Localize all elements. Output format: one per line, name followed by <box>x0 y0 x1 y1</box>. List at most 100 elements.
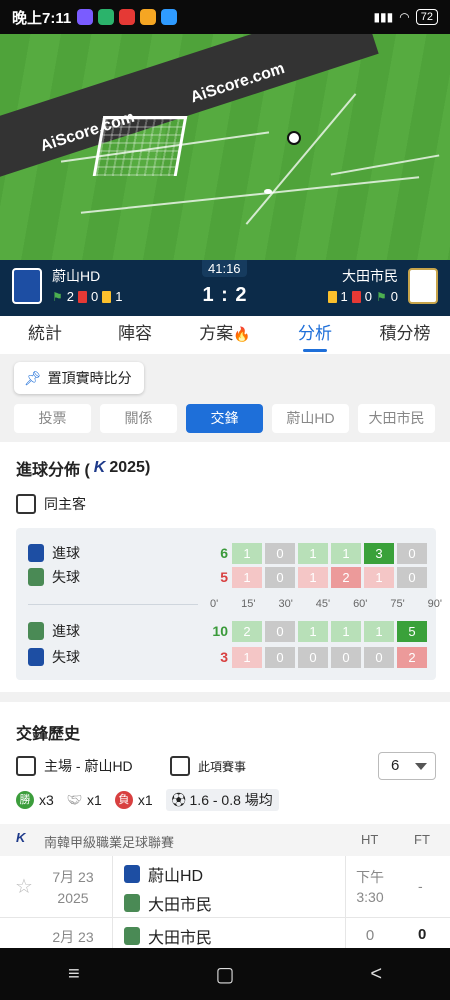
analysis-toolbar: 📌︎ 置頂實時比分 投票 關係 交鋒 蔚山HD 大田市民 <box>0 354 450 442</box>
sponsor-banner: AiScore.com AiScore.com <box>0 34 379 184</box>
ht-header: HT <box>361 832 379 847</box>
league-logo-icon: K <box>93 459 106 476</box>
season-year: 2025) <box>109 459 151 476</box>
period-cell: 0 <box>298 646 328 668</box>
period-cell: 3 <box>364 542 394 564</box>
signal-icon: ▮▮▮ <box>373 10 394 24</box>
match-kickoff: 下午 3:30 <box>353 867 387 907</box>
period-cell: 2 <box>232 620 262 642</box>
h2h-match-row[interactable]: 2月 23 大田市民 0 0 <box>0 918 450 948</box>
live-field-animation[interactable]: AiScore.com AiScore.com <box>0 34 450 260</box>
notification-icon <box>161 9 178 25</box>
period-cell: 1 <box>298 620 328 642</box>
pin-live-score-button[interactable]: 📌︎ 置頂實時比分 <box>14 362 144 394</box>
period-cells: 201115 <box>232 620 427 642</box>
sub-tabs: 投票 關係 交鋒 蔚山HD 大田市民 <box>14 404 435 433</box>
row-label: 進球 <box>52 623 80 639</box>
red-card-icon <box>351 290 361 303</box>
subtab-relations[interactable]: 關係 <box>100 404 177 433</box>
subtab-home-team[interactable]: 蔚山HD <box>272 404 349 433</box>
away-team-name[interactable]: 大田市民 <box>342 266 398 286</box>
axis-tick: 0' <box>210 598 219 610</box>
menu-icon[interactable]: ≡ <box>68 963 80 986</box>
tab-label: 積分榜 <box>379 324 431 343</box>
tab-lineup[interactable]: 陣容 <box>90 316 180 354</box>
divider <box>345 918 346 948</box>
subtab-vote[interactable]: 投票 <box>14 404 91 433</box>
subtab-h2h[interactable]: 交鋒 <box>186 404 263 433</box>
chevron-down-icon <box>415 763 427 770</box>
checkbox-icon <box>16 756 36 776</box>
row-total: 6 <box>220 545 228 561</box>
period-cells: 101130 <box>232 542 427 564</box>
dist-row-home-scored: 進球 6 101130 <box>28 542 427 564</box>
match-home-team: 蔚山HD <box>124 862 203 886</box>
axis-tick: 15' <box>241 598 256 610</box>
competition-filter-checkbox[interactable]: 此項賽事 <box>170 756 246 776</box>
watermark-text: AiScore.com <box>188 60 287 107</box>
yellow-card-icon <box>327 290 337 303</box>
h2h-history-card: 交鋒歷史 主場 - 蔚山HD 此項賽事 6 勝 x3 🤝︎ x1 負 x1 ⚽︎… <box>0 702 450 948</box>
subtab-away-team[interactable]: 大田市民 <box>358 404 435 433</box>
tab-standings[interactable]: 積分榜 <box>360 316 450 354</box>
losses-count: x1 <box>137 792 153 808</box>
home-team-name[interactable]: 蔚山HD <box>52 266 100 286</box>
back-icon[interactable]: < <box>370 963 382 986</box>
notification-icon <box>98 9 115 25</box>
kickoff-period: 下午 <box>356 869 384 885</box>
away-red-cards: 0 <box>364 289 372 304</box>
checkbox-label: 此項賽事 <box>198 759 247 774</box>
score-bar: 41:16 蔚山HD ⚑ 2 0 1 1 : 2 大田市民 1 0 ⚑ 0 <box>0 260 450 316</box>
home-filter-checkbox[interactable]: 主場 - 蔚山HD <box>16 756 133 776</box>
match-count-select[interactable]: 6 <box>378 752 436 780</box>
period-cell: 1 <box>331 542 361 564</box>
h2h-summary: 勝 x3 🤝︎ x1 負 x1 ⚽︎ 1.6 - 0.8 場均 <box>16 789 279 811</box>
same-home-away-checkbox[interactable]: 同主客 <box>16 494 86 514</box>
pin-button-label: 置頂實時比分 <box>47 370 132 386</box>
goal-distribution-card: 進球分佈 ( K 2025) 同主客 進球 6 101130 失球 5 1012… <box>0 442 450 692</box>
axis-tick: 60' <box>353 598 368 610</box>
ft-header: FT <box>414 832 430 847</box>
home-team-logo <box>28 648 44 666</box>
period-cell: 0 <box>265 566 295 588</box>
tab-label: 分析 <box>298 324 332 343</box>
section-title: 進球分佈 ( <box>16 462 90 479</box>
period-cell: 1 <box>364 620 394 642</box>
draws-count: x1 <box>87 792 102 808</box>
ball-icon <box>287 131 301 145</box>
league-header[interactable]: K 南韓甲級職業足球聯賽 HT FT <box>0 824 450 856</box>
match-date-day: 7月 23 <box>52 869 94 885</box>
tab-label: 方案 <box>199 324 234 343</box>
row-total: 10 <box>212 623 228 639</box>
league-name: 南韓甲級職業足球聯賽 <box>44 835 175 850</box>
away-team-logo[interactable] <box>408 268 438 304</box>
field-line <box>80 176 420 214</box>
match-date-year: 2025 <box>57 890 89 906</box>
period-cell: 1 <box>298 566 328 588</box>
checkbox-label: 同主客 <box>44 496 86 512</box>
period-cell: 0 <box>364 646 394 668</box>
tab-stats[interactable]: 統計 <box>0 316 90 354</box>
team-name: 大田市民 <box>148 897 213 914</box>
star-icon[interactable]: ☆ <box>15 874 33 899</box>
ht-score: 0 <box>365 927 375 944</box>
notification-icon <box>119 9 136 25</box>
period-cell: 0 <box>265 542 295 564</box>
tab-label: 統計 <box>28 324 62 343</box>
tab-analysis[interactable]: 分析 <box>270 316 360 354</box>
away-corners: 0 <box>390 289 398 304</box>
tab-plans[interactable]: 方案🔥 <box>180 316 270 354</box>
period-cell: 5 <box>397 620 427 642</box>
away-team-logo <box>28 568 44 586</box>
tab-label: 陣容 <box>118 324 152 343</box>
dist-row-away-scored: 進球 10 201115 <box>28 620 427 642</box>
goal-distribution-title: 進球分佈 ( K 2025) <box>16 456 150 480</box>
win-badge: 勝 <box>16 791 34 809</box>
h2h-match-row[interactable]: ☆ 7月 23 2025 蔚山HD 大田市民 下午 3:30 - <box>0 856 450 918</box>
period-cell: 0 <box>397 566 427 588</box>
checkbox-icon <box>170 756 190 776</box>
away-team-logo <box>124 894 140 912</box>
row-total: 5 <box>220 569 228 585</box>
home-icon[interactable]: ▢ <box>216 962 235 987</box>
kickoff-time: 3:30 <box>356 889 384 905</box>
